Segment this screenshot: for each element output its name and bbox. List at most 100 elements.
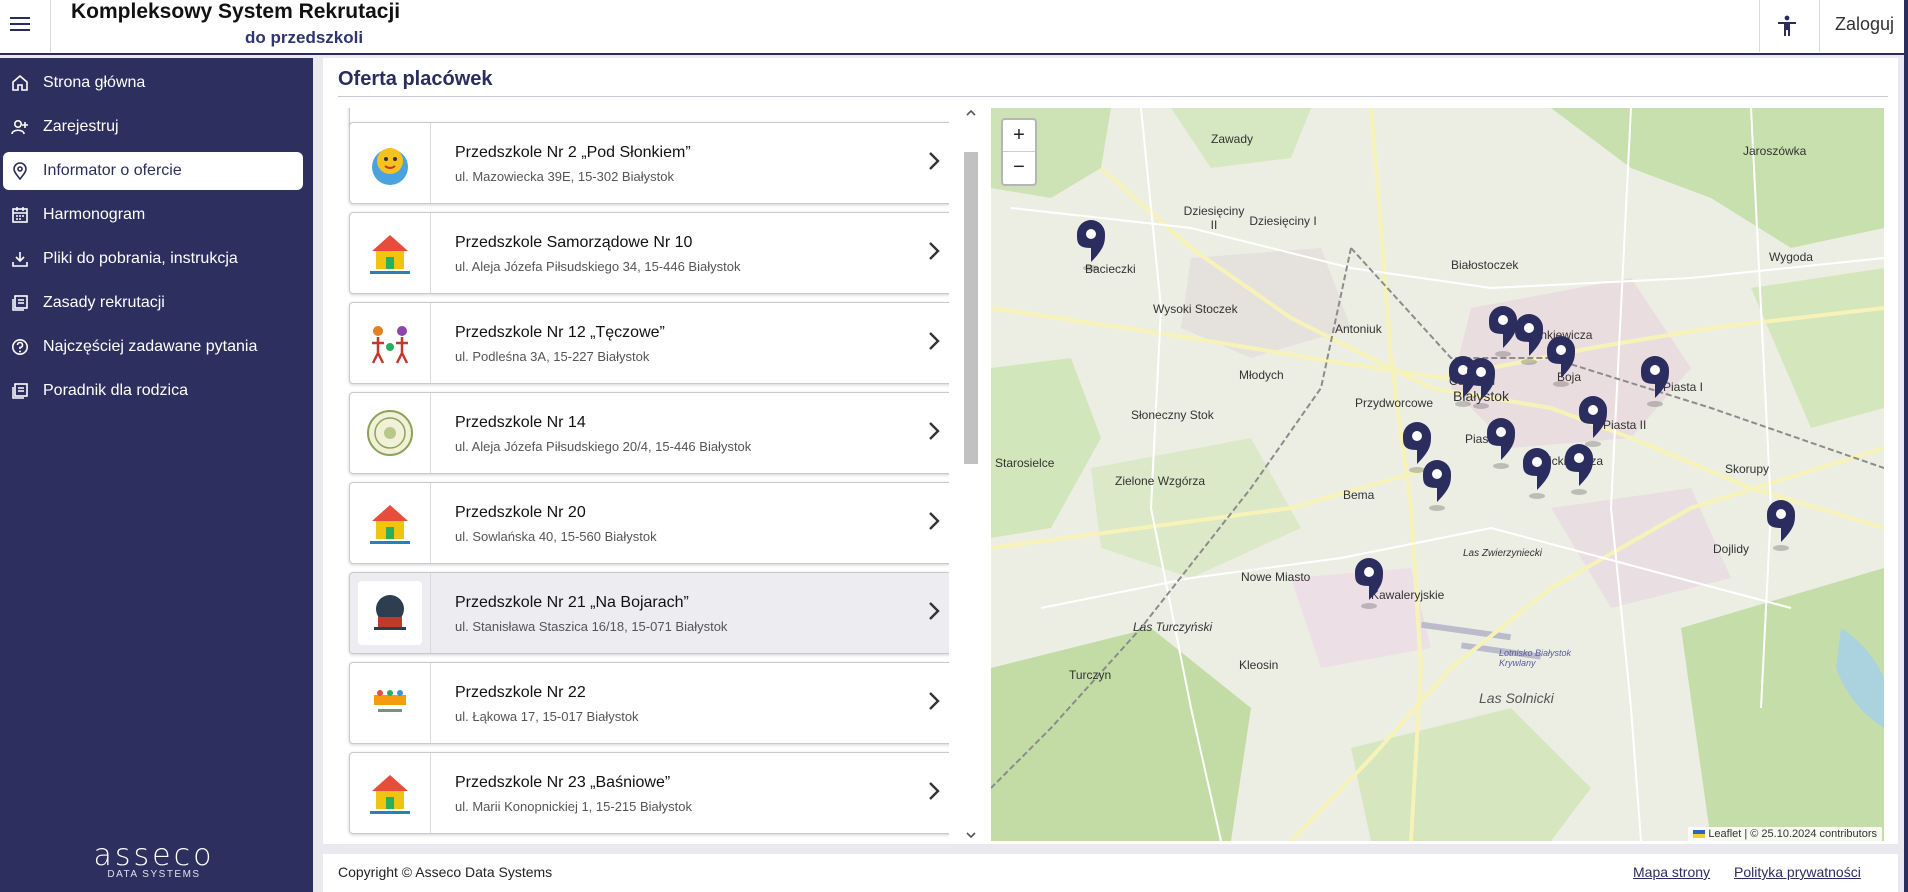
scrollbar-thumb[interactable] xyxy=(964,152,978,464)
map-marker[interactable] xyxy=(1515,314,1543,365)
map-marker[interactable] xyxy=(1467,358,1495,409)
map-marker[interactable] xyxy=(1767,500,1795,551)
document-list-icon xyxy=(12,383,28,399)
map[interactable]: Zawady Jaroszówka Dziesięciny II Dziesię… xyxy=(991,108,1884,841)
sidebar-item-schedule[interactable]: Harmonogram xyxy=(3,196,303,234)
map-attribution: Leaflet | © 25.10.2024 contributors xyxy=(1688,827,1882,841)
list-item[interactable]: Przedszkole Nr 2 „Pod Słonkiem” ul. Mazo… xyxy=(349,122,949,204)
preschool-name: Przedszkole Nr 14 xyxy=(455,414,586,431)
map-marker[interactable] xyxy=(1355,558,1383,609)
ukraine-flag-icon xyxy=(1693,830,1706,838)
map-markers xyxy=(1077,220,1795,609)
title-divider xyxy=(338,96,1888,97)
sidebar-item-label: Strona główna xyxy=(43,74,146,91)
map-marker[interactable] xyxy=(1565,444,1593,495)
preschool-logo xyxy=(350,303,431,383)
accessibility-icon xyxy=(1778,15,1796,36)
sidebar-item-label: Informator o ofercie xyxy=(43,162,182,179)
zoom-control: + − xyxy=(1001,118,1037,186)
map-marker[interactable] xyxy=(1547,336,1575,387)
zoom-in-button[interactable]: + xyxy=(1003,120,1035,152)
chevron-right-icon[interactable] xyxy=(927,241,941,261)
list-item[interactable]: Przedszkole Nr 21 „Na Bojarach” ul. Stan… xyxy=(349,572,949,654)
map-marker[interactable] xyxy=(1077,220,1105,271)
preschool-address: ul. Sowlańska 40, 15-560 Białystok xyxy=(455,529,657,544)
list-scrollbar[interactable] xyxy=(961,106,979,844)
sidebar-item-downloads[interactable]: Pliki do pobrania, instrukcja xyxy=(3,240,303,278)
calendar-icon xyxy=(12,207,28,223)
list-item[interactable]: Przedszkole Nr 20 ul. Sowlańska 40, 15-5… xyxy=(349,482,949,564)
preschool-address: ul. Łąkowa 17, 15-017 Białystok xyxy=(455,709,639,724)
divider xyxy=(50,0,51,52)
preschool-logo xyxy=(350,753,431,833)
preschool-address: ul. Podleśna 3A, 15-227 Białystok xyxy=(455,349,650,364)
footer: Copyright © Asseco Data Systems Mapa str… xyxy=(323,854,1898,892)
location-pin-icon xyxy=(13,162,27,180)
preschool-address: ul. Aleja Józefa Piłsudskiego 34, 15-446… xyxy=(455,259,741,274)
map-marker[interactable] xyxy=(1641,356,1669,407)
preschool-name: Przedszkole Nr 23 „Baśniowe” xyxy=(455,774,671,791)
add-user-icon xyxy=(11,119,28,135)
sidebar-item-label: Harmonogram xyxy=(43,206,146,223)
chevron-right-icon[interactable] xyxy=(927,601,941,621)
preschool-address: ul. Marii Konopnickiej 1, 15-215 Białyst… xyxy=(455,799,693,814)
home-icon xyxy=(12,74,28,91)
chevron-right-icon[interactable] xyxy=(927,151,941,171)
zoom-out-button[interactable]: − xyxy=(1003,152,1035,183)
sidebar-item-register[interactable]: Zarejestruj xyxy=(3,108,303,146)
top-bar: Kompleksowy System Rekrutacji do przedsz… xyxy=(0,0,1904,55)
list-item[interactable]: Przedszkole Nr 14 ul. Aleja Józefa Piłsu… xyxy=(349,392,949,474)
copyright: Copyright © Asseco Data Systems xyxy=(338,864,553,880)
scroll-up-icon[interactable] xyxy=(965,108,977,118)
accessibility-button[interactable] xyxy=(1765,10,1809,42)
list-item[interactable]: Przedszkole Nr 22 ul. Łąkowa 17, 15-017 … xyxy=(349,662,949,744)
preschool-name: Przedszkole Samorządowe Nr 10 xyxy=(455,234,693,251)
chevron-right-icon[interactable] xyxy=(927,511,941,531)
preschool-name: Przedszkole Nr 2 „Pod Słonkiem” xyxy=(455,144,691,161)
attribution-text: | © 25.10.2024 contributors xyxy=(1744,828,1877,840)
document-list-icon xyxy=(12,295,28,311)
sidebar-item-label: Zarejestruj xyxy=(43,118,119,135)
sidebar-item-label: Najczęściej zadawane pytania xyxy=(43,338,258,355)
sidebar-item-home[interactable]: Strona główna xyxy=(3,64,303,102)
leaflet-link[interactable]: Leaflet xyxy=(1708,828,1741,840)
preschool-logo xyxy=(350,213,431,293)
list-item[interactable]: Przedszkole Nr 23 „Baśniowe” ul. Marii K… xyxy=(349,752,949,834)
asseco-logo: asseco DATA SYSTEMS xyxy=(84,838,224,880)
chevron-right-icon[interactable] xyxy=(927,331,941,351)
preschool-name: Przedszkole Nr 12 „Tęczowe” xyxy=(455,324,665,341)
map-marker[interactable] xyxy=(1487,418,1515,469)
preschool-list[interactable]: Przedszkole Nr 2 „Pod Słonkiem” ul. Mazo… xyxy=(346,108,949,841)
sidebar-item-offer-info[interactable]: Informator o ofercie xyxy=(3,152,303,190)
sidebar-item-parent-guide[interactable]: Poradnik dla rodzica xyxy=(3,372,303,410)
map-marker[interactable] xyxy=(1579,396,1607,447)
map-marker[interactable] xyxy=(1489,306,1517,357)
chevron-right-icon[interactable] xyxy=(927,691,941,711)
preschool-logo xyxy=(350,483,431,563)
preschool-address: ul. Aleja Józefa Piłsudskiego 20/4, 15-4… xyxy=(455,439,752,454)
chevron-right-icon[interactable] xyxy=(927,421,941,441)
map-marker[interactable] xyxy=(1423,460,1451,511)
sidebar: Strona główna Zarejestruj Informator o o… xyxy=(0,58,313,892)
map-marker[interactable] xyxy=(1523,448,1551,499)
logo-text: asseco xyxy=(93,838,215,873)
divider xyxy=(1819,0,1820,52)
hamburger-menu-icon[interactable] xyxy=(8,12,32,36)
download-icon xyxy=(12,252,28,267)
sidebar-item-faq[interactable]: Najczęściej zadawane pytania xyxy=(3,328,303,366)
list-item[interactable]: Przedszkole Samorządowe Nr 10 ul. Aleja … xyxy=(349,212,949,294)
chevron-right-icon[interactable] xyxy=(927,781,941,801)
sidebar-item-label: Zasady rekrutacji xyxy=(43,294,165,311)
login-button[interactable]: Zaloguj xyxy=(1835,14,1894,35)
preschool-address: ul. Mazowiecka 39E, 15-302 Białystok xyxy=(455,169,674,184)
sitemap-link[interactable]: Mapa strony xyxy=(1633,864,1710,880)
sidebar-item-rules[interactable]: Zasady rekrutacji xyxy=(3,284,303,322)
preschool-logo xyxy=(350,663,431,743)
sidebar-item-label: Poradnik dla rodzica xyxy=(43,382,188,399)
divider xyxy=(1759,0,1760,52)
list-item[interactable]: Przedszkole Nr 12 „Tęczowe” ul. Podleśna… xyxy=(349,302,949,384)
page-title: Oferta placówek xyxy=(338,68,493,90)
preschool-address: ul. Stanisława Staszica 16/18, 15-071 Bi… xyxy=(455,619,728,634)
scroll-down-icon[interactable] xyxy=(965,830,977,840)
privacy-policy-link[interactable]: Polityka prywatności xyxy=(1734,864,1861,880)
